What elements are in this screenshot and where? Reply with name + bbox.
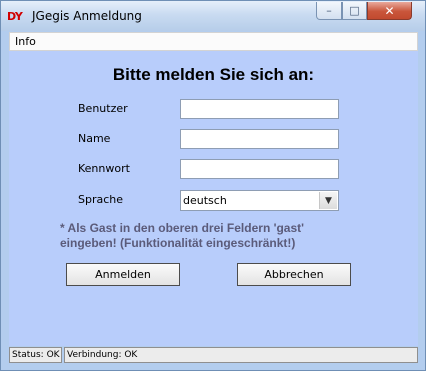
menu-item-info[interactable]: Info (15, 35, 36, 48)
name-field[interactable] (180, 129, 339, 149)
language-select-value: deutsch (183, 194, 227, 207)
maximize-button[interactable]: □ (342, 2, 367, 20)
password-field[interactable] (180, 159, 339, 179)
page-title: Bitte melden Sie sich an: (112, 65, 315, 84)
guest-hint: * Als Gast in den oberen drei Feldern 'g… (60, 221, 350, 251)
close-icon: ✕ (384, 3, 395, 18)
app-logo-icon: DY (7, 10, 23, 23)
username-label: Benutzer (78, 102, 128, 115)
cancel-button[interactable]: Abbrechen (237, 263, 351, 286)
minimize-icon: – (326, 4, 332, 17)
status-bar: Status: OK Verbindung: OK (9, 347, 418, 363)
guest-hint-line-2: eingeben! (Funktionalität eingeschränkt!… (60, 236, 296, 250)
language-label: Sprache (78, 193, 124, 206)
status-text: Status: OK (9, 347, 62, 363)
login-form: Bitte melden Sie sich an: Benutzer Name … (9, 51, 418, 346)
close-button[interactable]: ✕ (367, 2, 412, 20)
password-label: Kennwort (78, 162, 130, 175)
minimize-button[interactable]: – (316, 2, 342, 20)
menu-bar: Info (9, 32, 418, 51)
name-label: Name (78, 132, 111, 145)
username-field[interactable] (180, 99, 339, 119)
login-button[interactable]: Anmelden (66, 263, 180, 286)
title-bar[interactable]: DY JGegis Anmeldung – □ ✕ (1, 1, 425, 31)
guest-hint-line-1: * Als Gast in den oberen drei Feldern 'g… (60, 221, 304, 235)
login-window: DY JGegis Anmeldung – □ ✕ Info Bitte mel… (0, 0, 426, 371)
maximize-icon: □ (349, 4, 360, 17)
language-select[interactable]: deutsch ▼ (180, 190, 339, 211)
chevron-down-icon[interactable]: ▼ (319, 192, 337, 209)
window-title: JGegis Anmeldung (32, 9, 142, 23)
connection-status-text: Verbindung: OK (64, 347, 418, 363)
